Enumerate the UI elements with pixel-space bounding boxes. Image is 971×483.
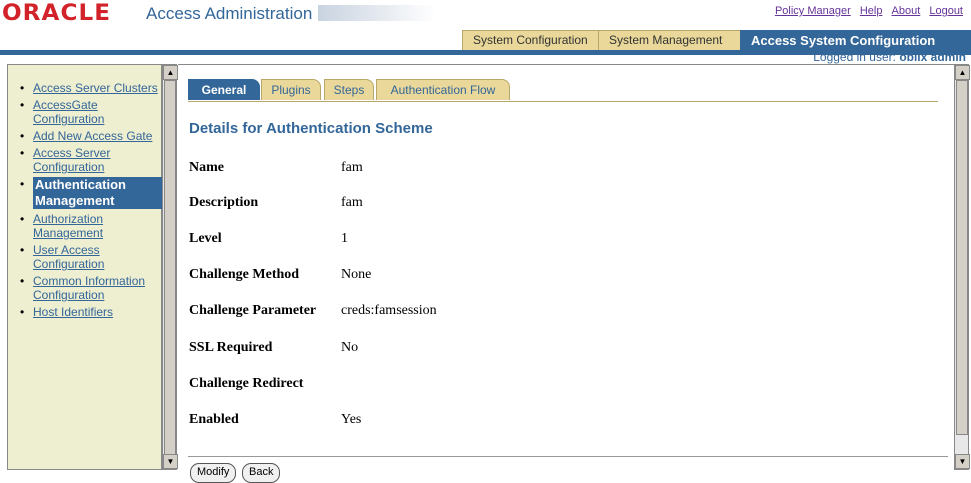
sidebar-link[interactable]: Add New Access Gate <box>33 129 152 143</box>
field-label: SSL Required <box>189 340 273 355</box>
field-label: Challenge Redirect <box>189 376 304 391</box>
field-label: Description <box>189 195 259 210</box>
logout-link[interactable]: Logout <box>929 5 963 17</box>
field-label: Level <box>189 231 222 246</box>
section-title: Details for Authentication Scheme <box>189 120 433 137</box>
field-label: Enabled <box>189 412 239 427</box>
sidebar-link[interactable]: User Access Configuration <box>33 243 104 271</box>
tab-underline <box>188 101 938 102</box>
field-value: 1 <box>341 231 348 246</box>
bullet-icon: • <box>20 212 25 226</box>
scroll-down-icon[interactable]: ▼ <box>163 454 178 469</box>
scroll-up-icon[interactable]: ▲ <box>955 65 970 80</box>
field-label: Challenge Method <box>189 267 300 282</box>
sidebar-item-host-identifiers: • Host Identifiers <box>8 305 163 319</box>
sidebar-item-add-new-access-gate: • Add New Access Gate <box>8 129 163 143</box>
tab-general[interactable]: General <box>188 79 260 100</box>
sidebar-scroll-thumb[interactable] <box>164 80 176 456</box>
policy-manager-link[interactable]: Policy Manager <box>775 5 851 17</box>
header: ORACLE Access Administration Policy Mana… <box>0 0 971 64</box>
bullet-icon: • <box>20 146 25 160</box>
main-content: General Plugins Steps Authentication Flo… <box>178 64 954 483</box>
app-title: Access Administration <box>146 4 313 23</box>
bullet-icon: • <box>20 274 25 288</box>
field-value: No <box>341 340 359 355</box>
field-value: None <box>341 267 372 282</box>
sidebar-item-authentication-management: • Authentication Management <box>8 177 163 209</box>
scroll-up-icon[interactable]: ▲ <box>163 65 178 80</box>
sidebar-link[interactable]: Access Server Configuration <box>33 146 110 174</box>
tab-authentication-flow[interactable]: Authentication Flow <box>376 79 510 100</box>
bullet-icon: • <box>20 129 25 143</box>
tab-system-configuration[interactable]: System Configuration <box>462 30 608 50</box>
main-scrollbar[interactable]: ▲ ▼ <box>954 64 970 470</box>
bullet-icon: • <box>20 98 25 112</box>
field-value: Yes <box>341 412 362 427</box>
tab-steps[interactable]: Steps <box>324 79 374 100</box>
sidebar-list: • Access Server Clusters • AccessGate Conf… <box>8 81 163 322</box>
help-link[interactable]: Help <box>860 5 883 17</box>
sidebar-item-access-server-clusters: • Access Server Clusters <box>8 81 163 95</box>
field-value: creds:famsession <box>341 303 437 318</box>
sidebar-item-user-access-configuration: • User Access Configuration <box>8 243 163 271</box>
tab-system-management[interactable]: System Management <box>598 30 748 50</box>
sidebar-item-access-server-configuration: • Access Server Configuration <box>8 146 163 174</box>
about-link[interactable]: About <box>892 5 921 17</box>
bullet-icon: • <box>20 305 25 319</box>
bullet-icon: • <box>20 177 25 191</box>
field-label: Challenge Parameter <box>189 303 317 318</box>
logged-in-label: Logged in user: <box>813 50 896 64</box>
field-value: fam <box>341 195 363 210</box>
sidebar-link-active[interactable]: Authentication Management <box>33 177 163 209</box>
tab-plugins[interactable]: Plugins <box>261 79 321 100</box>
sidebar-link[interactable]: Access Server Clusters <box>33 81 158 95</box>
sidebar-link[interactable]: Common Information Configuration <box>33 274 145 302</box>
field-value: fam <box>341 160 363 175</box>
sidebar-item-common-information-configuration: • Common Information Configuration <box>8 274 163 302</box>
main-scroll-thumb[interactable] <box>956 80 968 435</box>
logged-in-user: oblix admin <box>899 50 966 64</box>
top-links: Policy Manager Help About Logout <box>769 5 963 17</box>
sidebar-item-accessgate-configuration: • AccessGate Configuration <box>8 98 163 126</box>
logged-in-status: Logged in user: oblix admin <box>813 51 966 64</box>
sidebar-link[interactable]: Authorization Management <box>33 212 103 240</box>
bullet-icon: • <box>20 243 25 257</box>
field-label: Name <box>189 160 224 175</box>
modify-button[interactable]: Modify <box>190 463 237 483</box>
tab-access-system-configuration[interactable]: Access System Configuration <box>740 30 971 50</box>
sidebar-link[interactable]: Host Identifiers <box>33 305 113 319</box>
sidebar: • Access Server Clusters • AccessGate Conf… <box>7 64 163 470</box>
bullet-icon: • <box>20 81 25 95</box>
sidebar-scrollbar[interactable]: ▲ ▼ <box>162 64 178 470</box>
oracle-logo: ORACLE <box>2 1 112 26</box>
divider <box>188 456 948 457</box>
sidebar-item-authorization-management: • Authorization Management <box>8 212 163 240</box>
back-button[interactable]: Back <box>242 463 281 483</box>
sidebar-link[interactable]: AccessGate Configuration <box>33 98 104 126</box>
scroll-down-icon[interactable]: ▼ <box>955 454 970 469</box>
title-decoration <box>318 5 436 21</box>
